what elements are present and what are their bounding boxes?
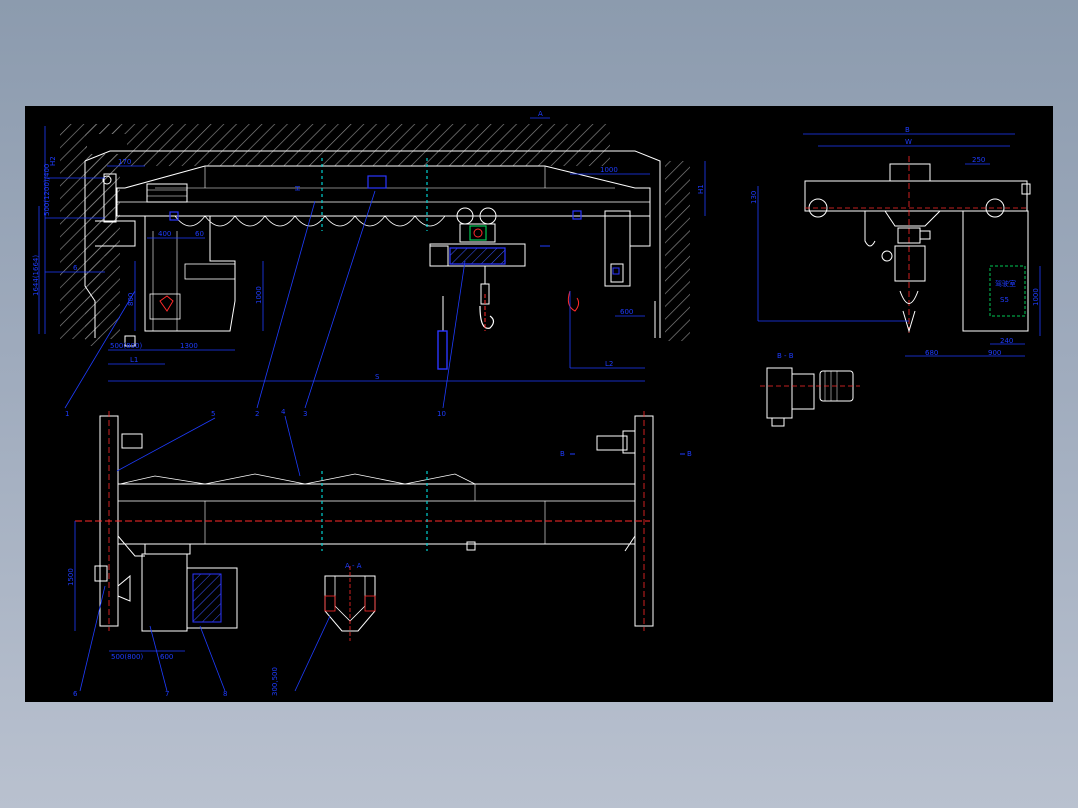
pendant-control[interactable] xyxy=(437,330,448,370)
top-note: 300,500 xyxy=(271,667,279,696)
bb-gearbox xyxy=(766,367,793,419)
dim-500-800-plan: 500(800) xyxy=(111,653,143,661)
electric-box xyxy=(367,175,387,189)
side-view: B W 250 驾驶室 S5 130 680 900 240 1000 xyxy=(750,126,1041,357)
left-vert-mid: 1644(1664) xyxy=(32,255,40,296)
side-cab xyxy=(962,210,1029,332)
side-girder xyxy=(804,180,1028,212)
dim-1000-right: 1000 xyxy=(1032,288,1040,306)
svg-text:S5: S5 xyxy=(1000,296,1009,304)
dim-400: 400 xyxy=(158,230,171,238)
callout-3: 3 xyxy=(303,410,307,418)
wall-hatch-right xyxy=(665,161,690,341)
dim-900: 900 xyxy=(988,349,1001,357)
dim-w: W xyxy=(905,138,912,146)
dim-1300: 1300 xyxy=(180,342,198,350)
section-bb-view: B - B xyxy=(760,352,860,427)
dim-250: 250 xyxy=(972,156,985,164)
dim-b: B xyxy=(905,126,910,134)
trolley-hoist[interactable] xyxy=(429,207,526,331)
dim-500-800: 500(800) xyxy=(110,342,142,350)
wall-hatch-left xyxy=(60,124,120,339)
section-b-mark-right: B xyxy=(687,450,692,458)
dim-1500: 1500 xyxy=(67,568,75,586)
hook xyxy=(479,305,495,329)
dim-1000-vert: 1000 xyxy=(255,286,263,304)
elevation-view: S L1 L2 500(800) 1300 600 170 1000 400 6… xyxy=(32,110,706,418)
dim-170: 170 xyxy=(118,158,131,166)
section-aa-label: A - A xyxy=(345,562,362,570)
dim-240: 240 xyxy=(1000,337,1013,345)
section-bb-label: B - B xyxy=(777,352,794,360)
dim-1000-top: 1000 xyxy=(600,166,618,174)
callout-2: 2 xyxy=(255,410,259,418)
section-b-mark-left: B xyxy=(560,450,565,458)
dim-600: 600 xyxy=(620,308,633,316)
crane-drawing-svg: S L1 L2 500(800) 1300 600 170 1000 400 6… xyxy=(32,110,1041,698)
callout-8: 8 xyxy=(223,690,227,698)
svg-text:驾驶室: 驾驶室 xyxy=(995,279,1016,288)
dim-l2: L2 xyxy=(605,360,613,368)
left-vert-far: H2 xyxy=(49,156,57,166)
callout-10: 10 xyxy=(437,410,446,418)
span-dim-s: S xyxy=(375,373,380,381)
callout-6: 6 xyxy=(73,690,78,698)
cad-drawing-canvas[interactable]: S L1 L2 500(800) 1300 600 170 1000 400 6… xyxy=(25,106,1053,702)
dim-h: H xyxy=(294,186,302,191)
callout-1: 1 xyxy=(65,410,69,418)
dim-60: 60 xyxy=(195,230,204,238)
screen: S L1 L2 500(800) 1300 600 170 1000 400 6… xyxy=(0,0,1078,808)
dim-130: 130 xyxy=(750,191,758,204)
callout-5: 5 xyxy=(211,410,215,418)
cab-roof-box xyxy=(146,183,188,203)
section-aa-view: A - A 300,500 xyxy=(271,562,376,696)
callout-4: 4 xyxy=(281,408,286,416)
dim-600-plan: 600 xyxy=(160,653,173,661)
dim-l1: L1 xyxy=(130,356,138,364)
dim-800: 800 xyxy=(127,293,135,306)
main-girder xyxy=(116,165,651,217)
right-end-carriage xyxy=(604,210,631,287)
dim-h1: H1 xyxy=(697,184,705,194)
plan-main-girder xyxy=(117,483,636,545)
callout-7: 7 xyxy=(165,690,169,698)
left-vert-top: 500(1200)/400 xyxy=(43,164,51,216)
section-a-mark: A xyxy=(538,110,543,118)
dim-680: 680 xyxy=(925,349,938,357)
plan-cab xyxy=(141,553,188,632)
left-note: 6 xyxy=(73,264,78,272)
plan-view: 1500 500(800) 600 B B 5 4 6 7 8 xyxy=(67,408,692,698)
